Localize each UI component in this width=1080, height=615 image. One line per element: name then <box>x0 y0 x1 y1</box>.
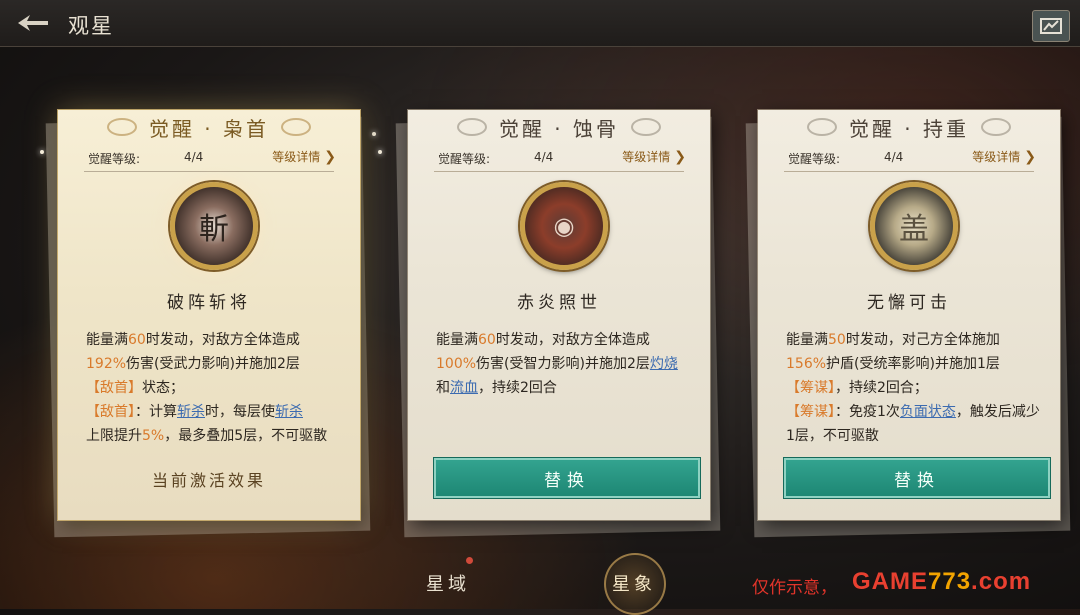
desc-text: 能量满 <box>436 332 478 348</box>
card-header: 觉醒 · 枭首 <box>58 110 360 144</box>
level-value: 4/4 <box>884 150 904 164</box>
desc-keyword-link[interactable]: 灼烧 <box>650 356 678 372</box>
star-map-icon[interactable] <box>1032 10 1070 42</box>
desc-text: ，最多叠加5层，不可驱散 <box>164 428 328 444</box>
desc-text: ：计算 <box>135 404 177 420</box>
watermark-note: 仅作示意， <box>752 578 837 598</box>
level-label: 觉醒等级: <box>788 152 841 166</box>
desc-text: 时，每层使 <box>205 404 275 420</box>
desc-text: 伤害(受武力影响)并施加 <box>126 356 277 372</box>
cloud-ornament-icon <box>281 118 312 136</box>
desc-number: 156% <box>786 356 827 372</box>
notification-dot <box>466 557 473 564</box>
desc-text: 状态； <box>142 380 184 396</box>
desc-keyword-link[interactable]: 流血 <box>450 380 478 396</box>
skill-name: 无懈可击 <box>867 293 951 313</box>
desc-text: 时发动，对己方全体施加 <box>845 332 1000 348</box>
level-value: 4/4 <box>184 150 204 164</box>
card-title: 觉醒 · 持重 <box>848 116 970 141</box>
skill-description: 能量满50时发动，对己方全体施加 156%护盾(受统率影响)并施加1层 【筹谋】… <box>786 328 1040 448</box>
awakening-card-2: 觉醒 · 蚀骨 觉醒等级: 4/4 等级详情 ❯ ◉ 赤炎照世 能量满60时发动… <box>408 110 710 520</box>
cloud-ornament-icon <box>806 118 837 136</box>
replace-button[interactable]: 替换 <box>434 458 700 498</box>
cloud-ornament-icon <box>631 118 662 136</box>
cloud-ornament-icon <box>106 118 137 136</box>
chevron-right-icon: ❯ <box>674 148 686 165</box>
star-decoration <box>378 150 382 154</box>
skill-name: 赤炎照世 <box>517 293 601 313</box>
desc-text: ，持续2回合 <box>478 380 557 396</box>
card-title: 觉醒 · 枭首 <box>148 116 270 141</box>
chevron-right-icon: ❯ <box>1024 148 1036 165</box>
top-bar: 观星 <box>0 0 1080 47</box>
level-label: 觉醒等级: <box>88 152 141 166</box>
watermark-brand-a: GAME <box>852 568 928 595</box>
emblem-glyph: 斬 <box>199 212 229 247</box>
watermark-brand-c: .com <box>971 568 1032 595</box>
level-detail-label: 等级详情 <box>972 150 1021 164</box>
desc-text: 能量满 <box>786 332 828 348</box>
level-row: 觉醒等级: 4/4 等级详情 ❯ <box>58 148 360 172</box>
level-detail-link[interactable]: 等级详情 ❯ <box>972 148 1036 165</box>
desc-status-tag: 【敌首】 <box>86 404 135 420</box>
emblem-glyph: 盖 <box>899 212 929 247</box>
desc-text: 2层 <box>276 356 300 372</box>
desc-text: 和 <box>436 380 450 396</box>
tab-star-domain[interactable]: 星域 <box>426 570 470 596</box>
page-title: 观星 <box>68 14 114 38</box>
level-detail-link[interactable]: 等级详情 ❯ <box>272 148 336 165</box>
watermark-logo: GAME773.com <box>852 568 1031 596</box>
card-header: 觉醒 · 蚀骨 <box>408 110 710 144</box>
level-detail-link[interactable]: 等级详情 ❯ <box>622 148 686 165</box>
desc-keyword-link[interactable]: 负面状态 <box>900 404 956 420</box>
desc-number: 192% <box>86 356 127 372</box>
level-detail-label: 等级详情 <box>272 150 321 164</box>
level-label: 觉醒等级: <box>438 152 491 166</box>
desc-text: 能量满 <box>86 332 128 348</box>
desc-text: 上限提升 <box>86 428 142 444</box>
watermark-brand-b: 773 <box>928 568 972 595</box>
desc-text: 2层 <box>626 356 650 372</box>
tab-star-phenomena[interactable]: 星象 <box>612 570 656 596</box>
emblem-glyph: ◉ <box>553 212 575 240</box>
desc-keyword-link[interactable]: 斩杀 <box>275 404 303 420</box>
level-detail-label: 等级详情 <box>622 150 671 164</box>
level-value: 4/4 <box>534 150 554 164</box>
desc-text: 时发动，对敌方全体造成 <box>495 332 650 348</box>
level-row: 觉醒等级: 4/4 等级详情 ❯ <box>408 148 710 172</box>
awakening-card-3: 觉醒 · 持重 觉醒等级: 4/4 等级详情 ❯ 盖 无懈可击 能量满50时发动… <box>758 110 1060 520</box>
skill-name: 破阵斩将 <box>167 293 251 313</box>
desc-number: 60 <box>478 332 496 348</box>
replace-button[interactable]: 替换 <box>784 458 1050 498</box>
level-row: 觉醒等级: 4/4 等级详情 ❯ <box>758 148 1060 172</box>
desc-number: 5% <box>142 428 165 444</box>
star-decoration <box>372 132 376 136</box>
skill-emblem-icon: ◉ <box>520 182 608 270</box>
cloud-ornament-icon <box>456 118 487 136</box>
desc-text: ：免疫1次 <box>835 404 900 420</box>
back-arrow-icon[interactable] <box>16 12 50 34</box>
star-decoration <box>40 150 44 154</box>
desc-status-tag: 【筹谋】 <box>786 404 835 420</box>
desc-number: 60 <box>128 332 146 348</box>
active-effect-status: 当前激活效果 <box>151 471 266 490</box>
card-title: 觉醒 · 蚀骨 <box>498 116 620 141</box>
desc-text: 伤害(受智力影响)并施加 <box>476 356 627 372</box>
card-header: 觉醒 · 持重 <box>758 110 1060 144</box>
skill-description: 能量满60时发动，对敌方全体造成 100%伤害(受智力影响)并施加2层灼烧和流血… <box>436 328 690 400</box>
cloud-ornament-icon <box>981 118 1012 136</box>
skill-description: 能量满60时发动，对敌方全体造成 192%伤害(受武力影响)并施加2层 【敌首】… <box>86 328 340 448</box>
desc-text: 护盾(受统率影响)并施加1层 <box>826 356 1000 372</box>
skill-emblem-icon: 盖 <box>870 182 958 270</box>
desc-keyword-link[interactable]: 斩杀 <box>177 404 205 420</box>
desc-text: 时发动，对敌方全体造成 <box>145 332 300 348</box>
desc-text: ，持续2回合； <box>835 380 928 396</box>
awakening-card-1: 觉醒 · 枭首 觉醒等级: 4/4 等级详情 ❯ 斬 破阵斩将 能量满60时发动… <box>58 110 360 520</box>
desc-status-tag: 【敌首】 <box>86 380 142 396</box>
desc-status-tag: 【筹谋】 <box>786 380 835 396</box>
desc-number: 100% <box>436 356 477 372</box>
skill-emblem-icon: 斬 <box>170 182 258 270</box>
desc-number: 50 <box>828 332 846 348</box>
chevron-right-icon: ❯ <box>324 148 336 165</box>
